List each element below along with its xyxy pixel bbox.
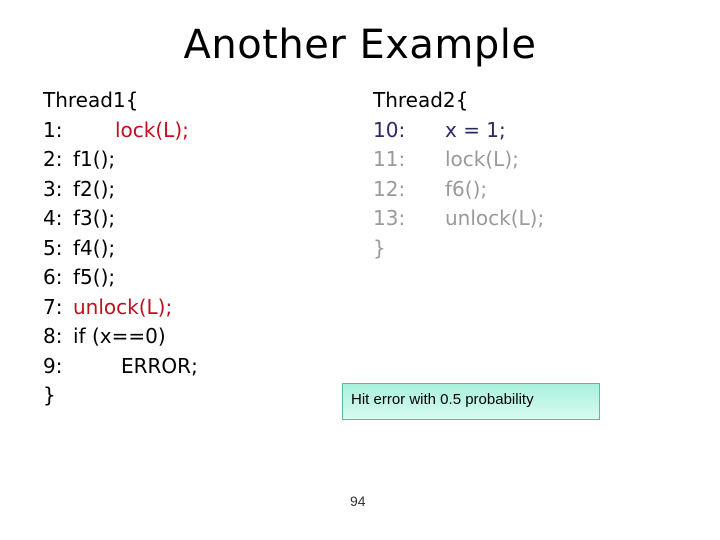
- line-number: 10:: [373, 117, 406, 142]
- line-number: 3:: [43, 176, 63, 201]
- code-line-8: 8: if (x==0): [43, 322, 198, 352]
- code-text: f2();: [73, 176, 116, 201]
- code-line-5: 5: f4();: [43, 234, 198, 264]
- probability-callout: Hit error with 0.5 probability: [342, 383, 600, 420]
- code-text: lock(L);: [445, 147, 519, 171]
- code-line-10: 10: x = 1;: [373, 116, 544, 146]
- code-line-1: 1: lock(L);: [43, 116, 198, 146]
- line-number: 12:: [373, 176, 406, 201]
- code-text: x = 1;: [445, 117, 506, 142]
- code-line-2: 2: f1();: [43, 145, 198, 175]
- code-text: lock(L);: [115, 117, 189, 142]
- code-text: f5();: [73, 265, 116, 289]
- line-number: 6:: [43, 265, 63, 289]
- code-text: ERROR;: [121, 353, 198, 378]
- code-line-6: 6: f5();: [43, 263, 198, 293]
- line-number: 5:: [43, 235, 63, 260]
- line-number: 2:: [43, 147, 63, 171]
- code-text: unlock(L);: [73, 294, 173, 319]
- code-line-4: 4: f3();: [43, 204, 198, 234]
- code-line-7: 7: unlock(L);: [43, 293, 198, 323]
- line-number: 8:: [43, 324, 63, 348]
- code-text: unlock(L);: [445, 206, 545, 230]
- thread1-footer: }: [43, 383, 56, 407]
- thread2-footer: }: [373, 235, 386, 260]
- thread2-header: Thread2{: [373, 88, 469, 112]
- code-line-11: 11: lock(L);: [373, 145, 544, 175]
- code-text: if (x==0): [73, 324, 166, 348]
- thread1-code-block: Thread1{ 1: lock(L); 2: f1(); 3: f2(); 4: f3…: [43, 86, 198, 411]
- line-number: 11:: [373, 147, 406, 171]
- code-text: f4();: [73, 235, 116, 260]
- code-text: f3();: [73, 206, 116, 230]
- thread2-code-block: Thread2{ 10: x = 1; 11: lock(L); 12: f6(); …: [373, 86, 544, 263]
- line-number: 4:: [43, 206, 63, 230]
- code-text: f1();: [73, 147, 116, 171]
- page-number: 94: [350, 493, 366, 509]
- slide-title: Another Example: [183, 22, 537, 68]
- line-number: 1:: [43, 117, 63, 142]
- code-line-9: 9: ERROR;: [43, 352, 198, 382]
- thread1-header: Thread1{: [43, 88, 139, 112]
- code-line-13: 13: unlock(L);: [373, 204, 544, 234]
- line-number: 7:: [43, 294, 63, 319]
- line-number: 9:: [43, 353, 63, 378]
- line-number: 13:: [373, 206, 406, 230]
- code-line-3: 3: f2();: [43, 175, 198, 205]
- code-text: f6();: [445, 176, 488, 201]
- code-line-12: 12: f6();: [373, 175, 544, 205]
